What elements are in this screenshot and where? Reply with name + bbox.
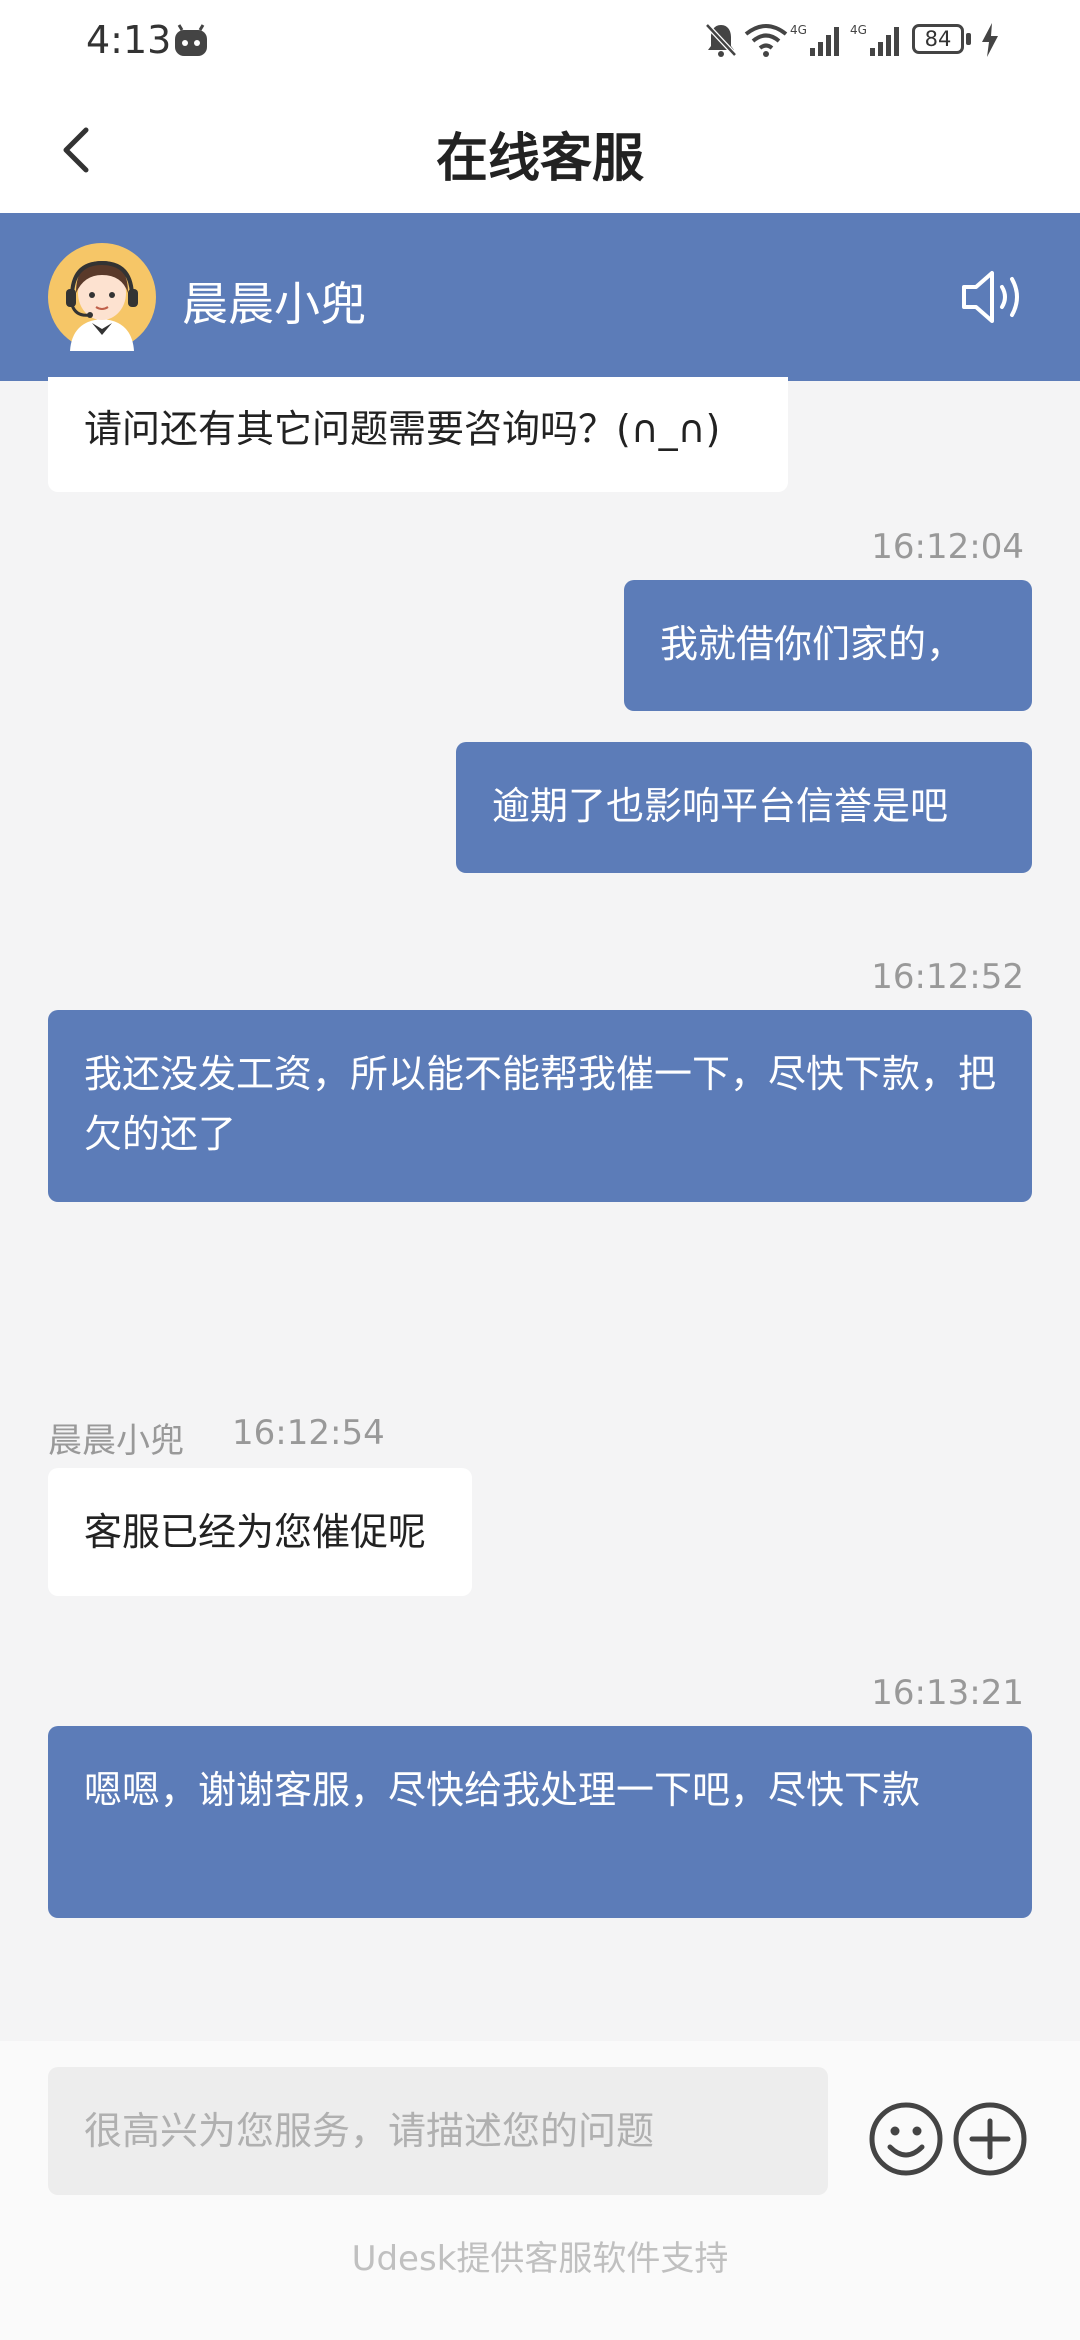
battery-tip xyxy=(966,33,971,45)
svg-text:4G: 4G xyxy=(850,23,867,37)
message-bubble-outgoing: 我就借你们家的， xyxy=(624,580,1032,711)
svg-text:4G: 4G xyxy=(790,23,807,37)
battery-level: 84 xyxy=(924,27,952,51)
powered-by-text: Udesk提供客服软件支持 xyxy=(351,2239,729,2279)
message-bubble-outgoing: 逾期了也影响平台信誉是吧 xyxy=(456,742,1032,873)
status-bar: 4:13 4G 4G 84 xyxy=(0,0,1080,80)
speaker-icon[interactable] xyxy=(960,267,1032,327)
wifi-icon xyxy=(744,24,788,57)
message-timestamp: 16:13:21 xyxy=(871,1673,1024,1713)
sender-name: 晨晨小兜 xyxy=(48,1421,184,1461)
message-bubble-outgoing: 我还没发工资，所以能不能帮我催一下，尽快下款，把欠的还了 xyxy=(48,1010,1032,1202)
message-text: 客服已经为您催促呢 xyxy=(84,1510,427,1554)
signal-4g-icon: 4G xyxy=(790,23,839,56)
message-bubble-incoming: 请问还有其它问题需要咨询吗？(∩_∩) xyxy=(48,377,788,492)
plus-icon[interactable] xyxy=(952,2101,1028,2177)
charging-icon xyxy=(982,23,998,57)
message-timestamp: 16:12:52 xyxy=(871,957,1024,997)
agent-name: 晨晨小兜 xyxy=(182,277,366,331)
emoji-icon[interactable] xyxy=(868,2101,944,2177)
battery-icon: 84 xyxy=(912,24,964,54)
message-bubble-incoming: 客服已经为您催促呢 xyxy=(48,1468,472,1596)
message-text: 嗯嗯，谢谢客服，尽快给我处理一下吧，尽快下款 xyxy=(84,1768,921,1812)
page-title: 在线客服 xyxy=(435,129,644,189)
robot-icon xyxy=(175,24,207,56)
message-bubble-outgoing: 嗯嗯，谢谢客服，尽快给我处理一下吧，尽快下款 xyxy=(48,1726,1032,1918)
message-text: 逾期了也影响平台信誉是吧 xyxy=(492,784,949,828)
message-input[interactable] xyxy=(48,2067,828,2195)
composer-bar: Udesk提供客服软件支持 xyxy=(0,2041,1080,2340)
signal-4g-icon: 4G xyxy=(850,23,899,56)
agent-avatar xyxy=(48,243,156,351)
message-timestamp: 16:12:04 xyxy=(871,527,1024,567)
message-text: 我还没发工资，所以能不能帮我催一下，尽快下款，把欠的还了 xyxy=(84,1052,997,1156)
title-bar: 在线客服 xyxy=(0,80,1080,213)
agent-bar: 晨晨小兜 xyxy=(0,213,1080,381)
message-list[interactable]: 请问还有其它问题需要咨询吗？(∩_∩) 16:12:04 我就借你们家的， 逾期… xyxy=(0,377,1080,2041)
message-timestamp: 16:12:54 xyxy=(232,1413,385,1453)
status-time: 4:13 xyxy=(86,18,172,62)
message-text: 请问还有其它问题需要咨询吗？(∩_∩) xyxy=(84,407,721,451)
message-text: 我就借你们家的， xyxy=(660,622,965,666)
bell-off-icon xyxy=(705,23,737,57)
